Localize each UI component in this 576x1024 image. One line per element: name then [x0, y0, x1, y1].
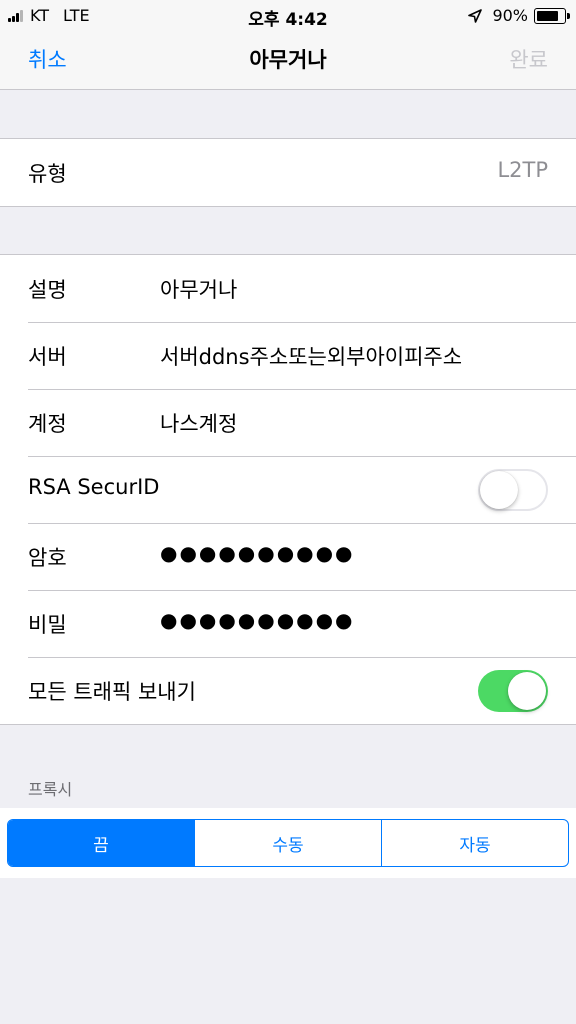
battery-level-fill: [537, 10, 558, 21]
account-label: 계정: [28, 412, 67, 436]
proxy-option-manual[interactable]: 수동: [194, 820, 381, 866]
send-all-traffic-label: 모든 트래픽 보내기: [28, 680, 196, 704]
type-label: 유형: [28, 162, 67, 186]
proxy-group: 끔 수동 자동: [0, 808, 576, 878]
battery-percentage: 90%: [492, 6, 528, 25]
server-label: 서버: [28, 345, 67, 369]
rsa-securid-row: RSA SecurID: [0, 456, 576, 523]
proxy-option-auto[interactable]: 자동: [381, 820, 568, 866]
secret-label: 비밀: [28, 613, 67, 637]
page-title: 아무거나: [249, 48, 327, 72]
vpn-config-screen: KT LTE 오후 4:42 90% 취소 아무거나 완료 유형 L2TP 설명…: [0, 0, 576, 1024]
send-all-traffic-row: 모든 트래픽 보내기: [0, 657, 576, 724]
account-field[interactable]: 나스계정: [160, 408, 237, 438]
secret-field[interactable]: ●●●●●●●●●●: [160, 608, 355, 632]
navigation-bar: 취소 아무거나 완료: [0, 30, 576, 90]
rsa-securid-label: RSA SecurID: [28, 475, 160, 499]
description-row: 설명 아무거나: [0, 255, 576, 322]
vpn-fields-group: 설명 아무거나 서버 서버ddns주소또는외부아이피주소 계정 나스계정 RSA…: [0, 254, 576, 725]
server-row: 서버 서버ddns주소또는외부아이피주소: [0, 322, 576, 389]
status-bar: KT LTE 오후 4:42 90%: [0, 0, 576, 30]
done-button[interactable]: 완료: [509, 44, 548, 74]
type-group: 유형 L2TP: [0, 138, 576, 207]
battery-icon: [534, 7, 570, 24]
send-all-traffic-toggle[interactable]: [478, 670, 548, 712]
type-value: L2TP: [497, 158, 548, 182]
description-label: 설명: [28, 278, 67, 302]
description-field[interactable]: 아무거나: [160, 274, 237, 304]
password-label: 암호: [28, 546, 67, 570]
location-arrow-icon: [468, 8, 483, 23]
password-row: 암호 ●●●●●●●●●●: [0, 523, 576, 590]
proxy-segmented-control: 끔 수동 자동: [7, 819, 569, 867]
type-row[interactable]: 유형 L2TP: [0, 139, 576, 206]
account-row: 계정 나스계정: [0, 389, 576, 456]
rsa-securid-toggle[interactable]: [478, 469, 548, 511]
server-field[interactable]: 서버ddns주소또는외부아이피주소: [160, 341, 462, 371]
status-right: 90%: [468, 6, 570, 25]
secret-row: 비밀 ●●●●●●●●●●: [0, 590, 576, 657]
proxy-section-header: 프록시: [28, 780, 73, 799]
password-field[interactable]: ●●●●●●●●●●: [160, 541, 355, 565]
proxy-option-off[interactable]: 끔: [8, 820, 194, 866]
